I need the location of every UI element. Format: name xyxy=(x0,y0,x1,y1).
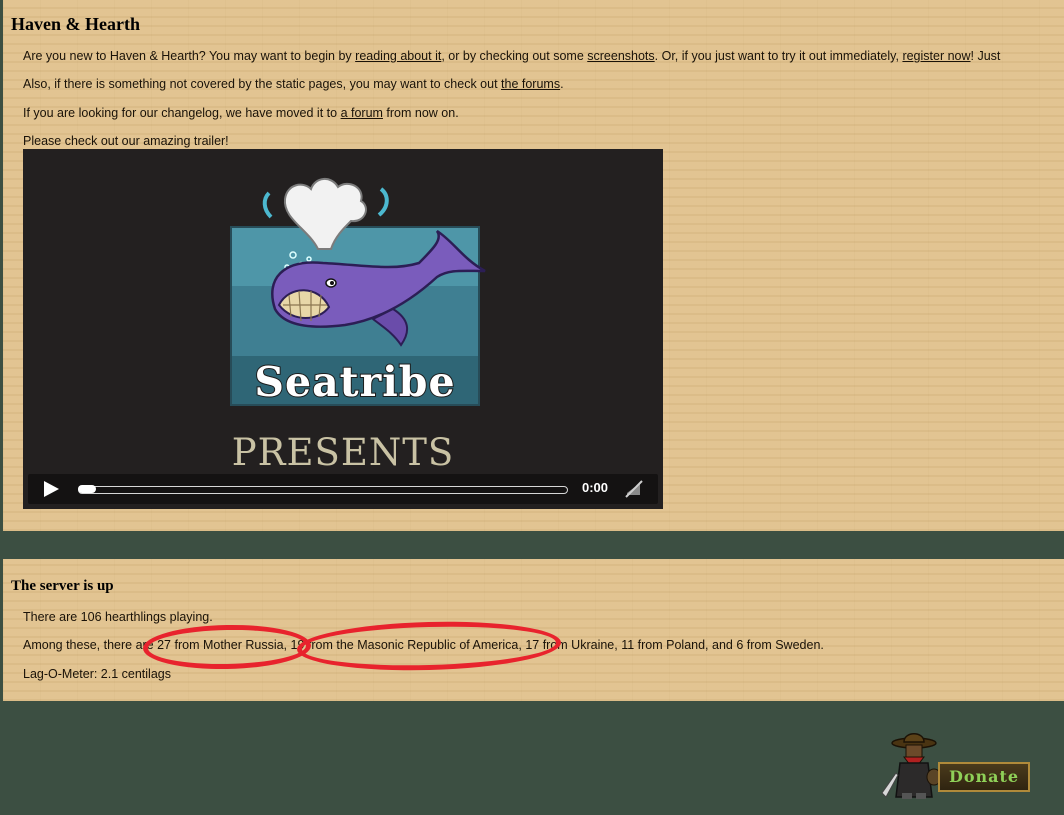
video-controls: 0:00 xyxy=(28,474,658,504)
the-forums-link[interactable]: the forums xyxy=(501,77,560,91)
forums-text-1: Also, if there is something not covered … xyxy=(23,77,502,91)
trailer-paragraph: Please check out our amazing trailer! xyxy=(23,134,229,148)
intro-text-4: ! Just xyxy=(970,49,1001,63)
changelog-text-2: from now on. xyxy=(382,106,459,120)
donate-label: Donate xyxy=(938,762,1030,792)
donate-button[interactable]: Donate xyxy=(878,727,1034,801)
video-progress-bar[interactable] xyxy=(78,485,568,494)
countries-separator: , xyxy=(283,638,291,652)
muted-speaker-icon[interactable] xyxy=(624,479,644,499)
intro-text-2: , or by checking out some xyxy=(441,49,588,63)
register-now-link[interactable]: register now xyxy=(902,49,970,63)
reading-about-it-link[interactable]: reading about it xyxy=(355,49,441,63)
countries-rest: , 17 from Ukraine, 11 from Poland, and 6… xyxy=(518,638,824,652)
intro-paragraph: Are you new to Haven & Hearth? You may w… xyxy=(23,48,1000,64)
server-status-title: The server is up xyxy=(11,578,114,594)
forums-paragraph: Also, if there is something not covered … xyxy=(23,76,564,92)
countries-breakdown: Among these, there are 27 from Mother Ru… xyxy=(23,637,824,653)
intro-text-1: Are you new to Haven & Hearth? You may w… xyxy=(23,49,356,63)
players-count: There are 106 hearthlings playing. xyxy=(23,610,213,624)
trailer-video[interactable]: Seatribe PRESENTS 0:00 xyxy=(23,149,663,509)
screenshots-link[interactable]: screenshots xyxy=(587,49,654,63)
server-panel: The server is up There are 106 hearthlin… xyxy=(3,559,1064,701)
news-title: Haven & Hearth xyxy=(11,14,140,34)
play-icon[interactable] xyxy=(40,479,62,499)
logo-text: Seatribe xyxy=(253,357,456,406)
lag-meter: Lag-O-Meter: 2.1 centilags xyxy=(23,667,171,681)
countries-prefix: Among these, there are xyxy=(23,638,158,652)
forums-text-2: . xyxy=(560,77,564,91)
progress-knob[interactable] xyxy=(78,485,96,493)
a-forum-link[interactable]: a forum xyxy=(341,106,383,120)
presents-text: PRESENTS xyxy=(231,431,455,474)
video-time: 0:00 xyxy=(582,480,609,495)
news-panel: Haven & Hearth Are you new to Haven & He… xyxy=(3,0,1064,531)
intro-text-3: . Or, if you just want to try it out imm… xyxy=(654,49,903,63)
changelog-paragraph: If you are looking for our changelog, we… xyxy=(23,105,459,121)
changelog-text-1: If you are looking for our changelog, we… xyxy=(23,106,341,120)
america-count: 19 from the Masonic Republic of America xyxy=(290,638,519,652)
whale-icon xyxy=(262,178,486,347)
russia-count: 27 from Mother Russia xyxy=(157,638,284,652)
